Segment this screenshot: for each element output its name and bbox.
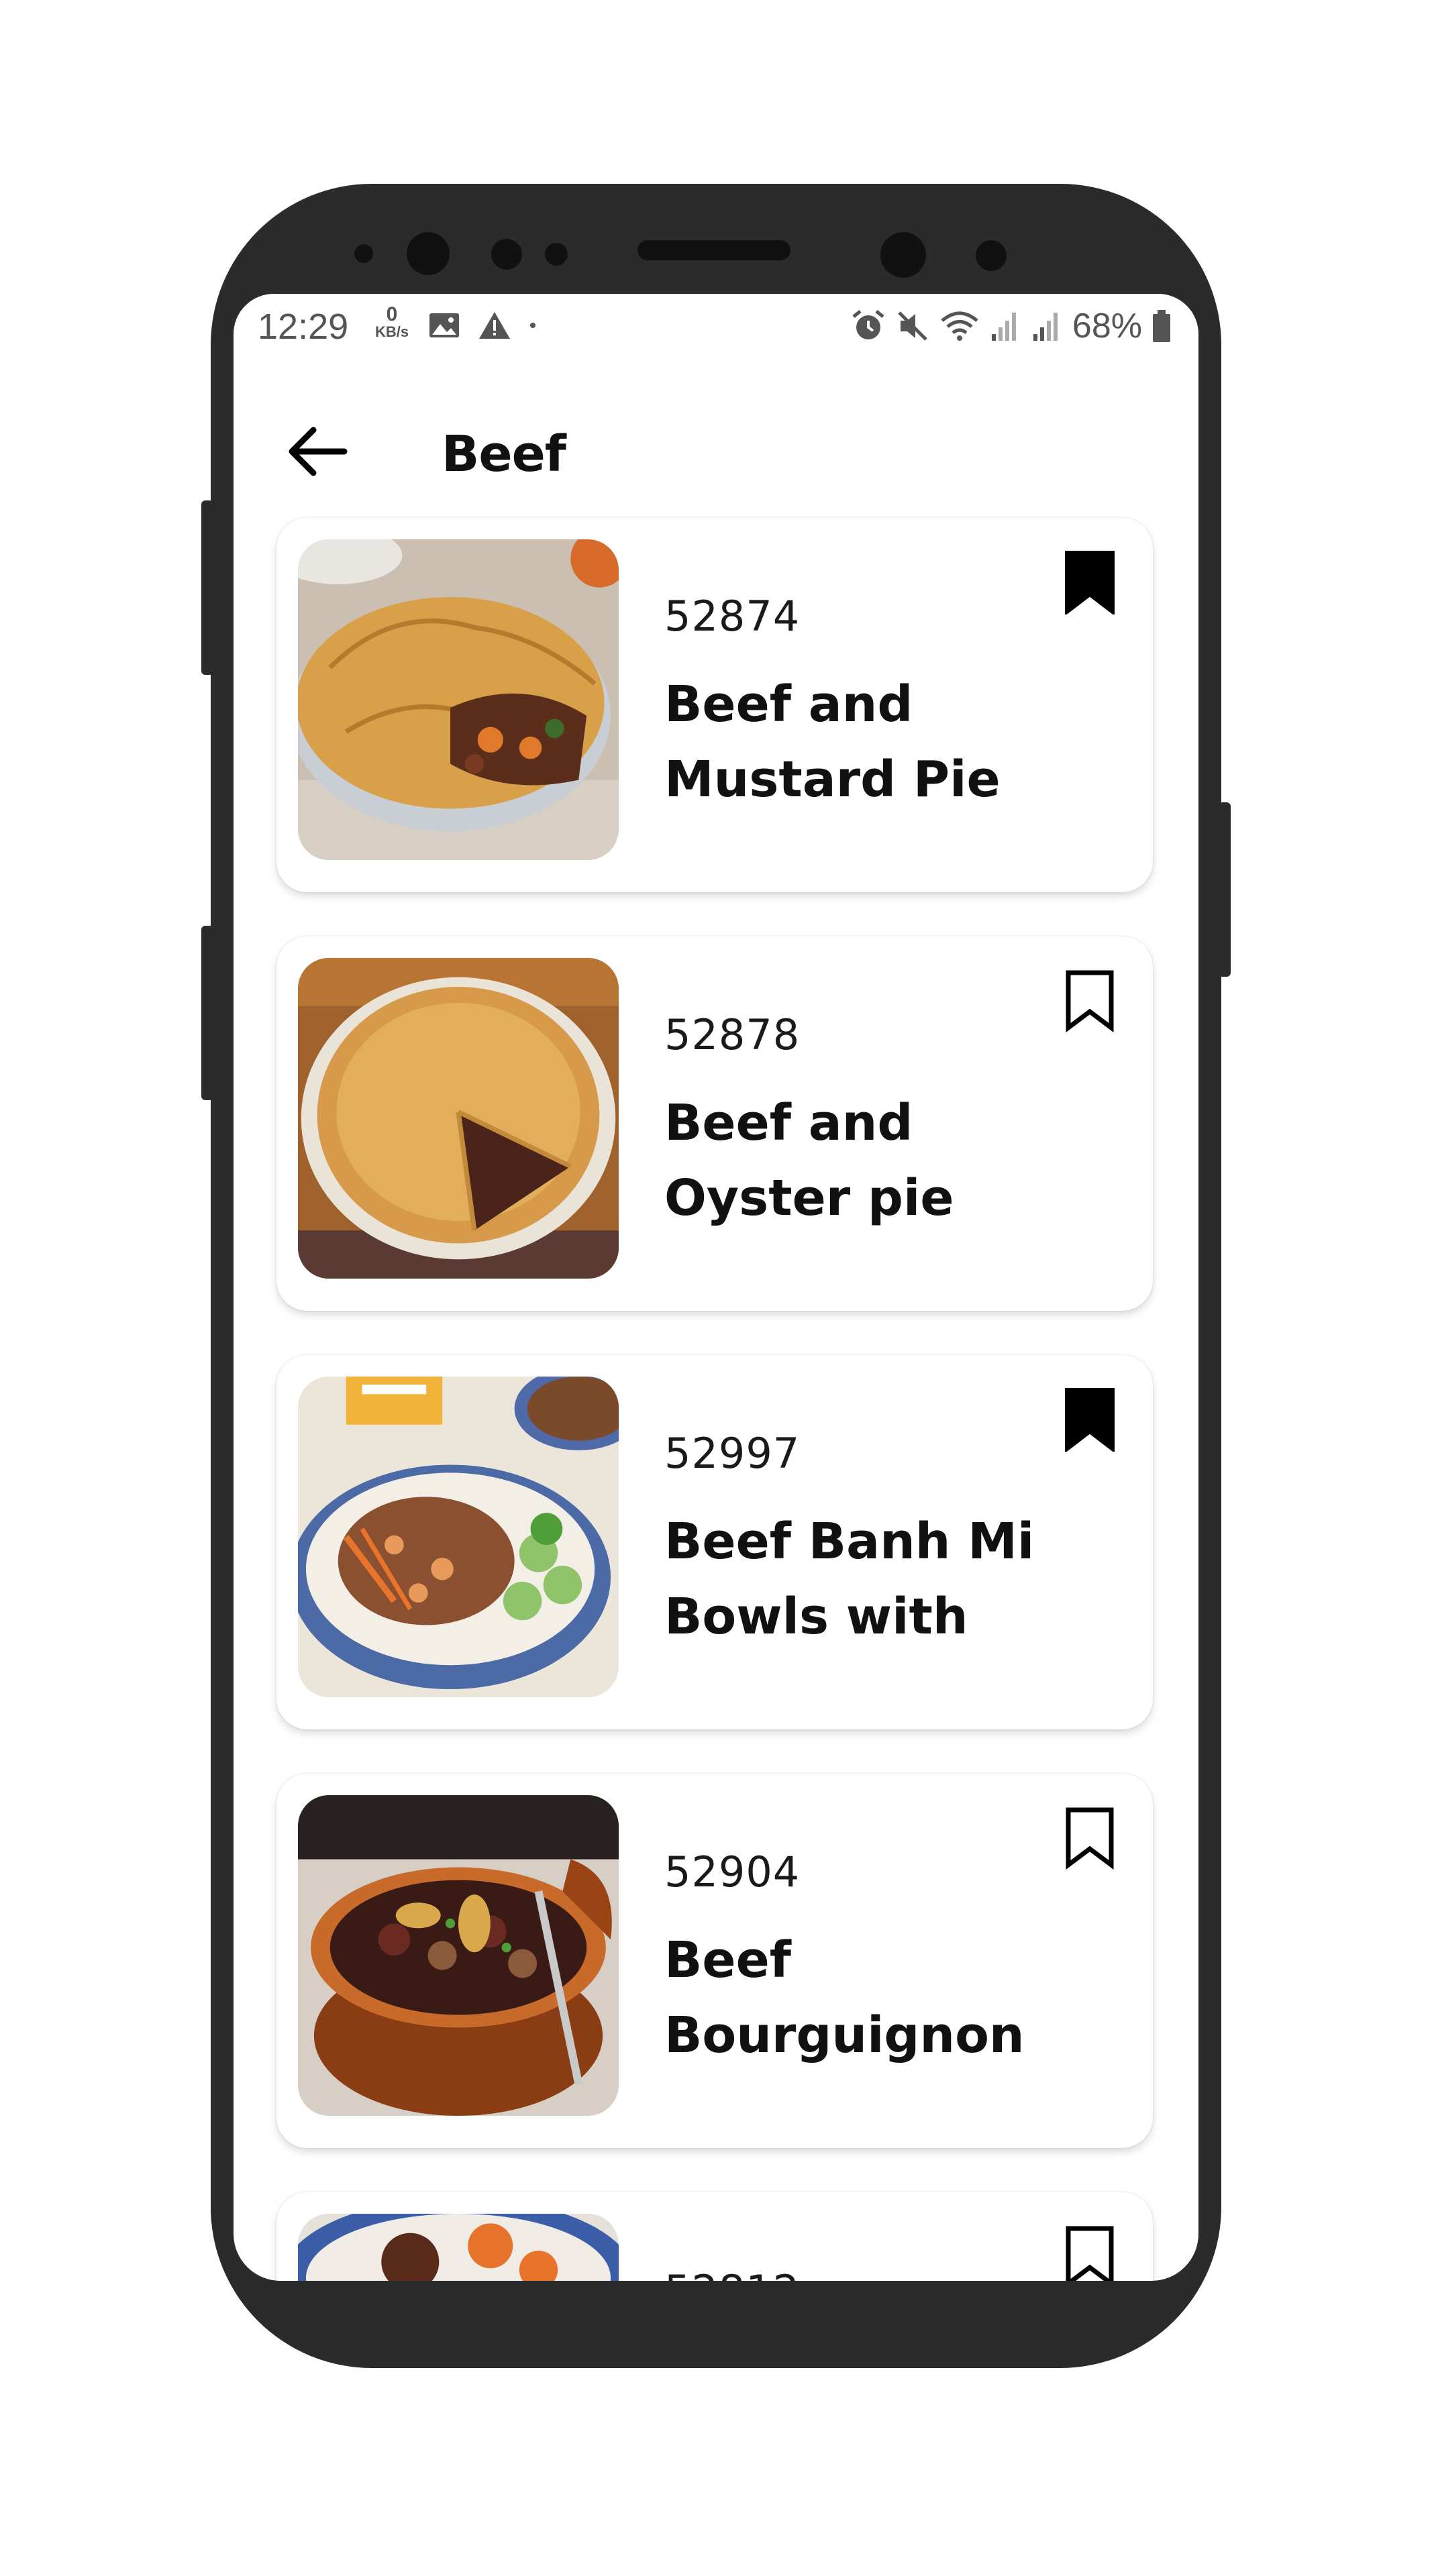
meal-card[interactable]: 52997 Beef Banh Mi Bowls with: [276, 1355, 1153, 1729]
wifi-icon: [941, 311, 978, 341]
network-speed: 0 KB/s: [372, 303, 412, 341]
battery-percentage: 68%: [1072, 307, 1142, 345]
status-icons-left: [428, 309, 537, 342]
bookmark-outline-icon: [1066, 1807, 1114, 1870]
bookmark-filled-icon: [1065, 551, 1115, 614]
bookmark-button[interactable]: [1062, 547, 1118, 617]
sensor-dot: [545, 243, 568, 266]
bookmark-outline-icon: [1066, 2226, 1114, 2281]
battery-icon: [1153, 310, 1170, 342]
meal-name: Beef Bourguignon: [664, 1931, 1025, 2064]
bookmark-button[interactable]: [1062, 2222, 1118, 2281]
iris-camera: [880, 232, 926, 278]
bookmark-outline-icon: [1066, 970, 1114, 1032]
earpiece-speaker: [637, 240, 790, 260]
meal-thumbnail-image: [298, 2214, 619, 2281]
meal-card[interactable]: 52904 Beef Bourguignon: [276, 1774, 1153, 2148]
meal-card[interactable]: 52874 Beef and Mustard Pie: [276, 518, 1153, 892]
signal-icon: [991, 313, 1016, 341]
bowl-image: [298, 1377, 619, 1697]
side-button-volume-up: [201, 500, 213, 675]
meal-thumbnail-image: [298, 958, 619, 1279]
side-button-power: [1219, 802, 1231, 977]
sensor-dot: [354, 244, 373, 263]
back-button[interactable]: [280, 421, 354, 482]
arrow-left-icon: [289, 427, 348, 476]
meal-id: 52878: [664, 1010, 801, 1059]
front-camera: [407, 232, 450, 275]
page-title: Beef: [442, 425, 566, 483]
meal-name: Beef Banh Mi Bowls with: [664, 1513, 1035, 1646]
meal-name: Beef and Oyster pie: [664, 1094, 954, 1227]
alarm-icon: [852, 310, 884, 339]
dot-icon: [530, 323, 535, 328]
pie-image: [298, 958, 619, 1279]
meal-card[interactable]: 52812: [276, 2192, 1153, 2281]
meal-thumbnail-image: [298, 539, 619, 860]
meal-card[interactable]: 52878 Beef and Oyster pie: [276, 936, 1153, 1311]
status-bar: 12:29 0 KB/s 68%: [234, 294, 1198, 361]
warning-icon: [479, 312, 510, 339]
stew-image: [298, 1795, 619, 2116]
meal-list[interactable]: 52874 Beef and Mustard Pie 52878 Beef an…: [234, 294, 1198, 2281]
network-speed-unit: KB/s: [374, 323, 409, 340]
network-speed-value: 0: [386, 303, 398, 325]
signal-icon: [1033, 313, 1058, 341]
bookmark-button[interactable]: [1062, 1385, 1118, 1454]
sensor-dot: [976, 240, 1007, 271]
meal-id: 52812: [664, 2266, 800, 2281]
dish-image: [298, 2214, 619, 2281]
mute-icon: [898, 311, 927, 341]
status-icons-right: 68%: [851, 306, 1172, 346]
image-icon: [429, 313, 459, 337]
meal-thumbnail-image: [298, 1377, 619, 1697]
side-button-volume-down: [201, 926, 213, 1100]
app-bar: Beef: [234, 394, 1198, 502]
meal-name: Beef and Mustard Pie: [664, 676, 1001, 808]
meal-thumbnail-image: [298, 1795, 619, 2116]
app-screen: 52874 Beef and Mustard Pie 52878 Beef an…: [234, 294, 1198, 2281]
pie-image: [298, 539, 619, 860]
meal-id: 52874: [664, 592, 801, 641]
bookmark-filled-icon: [1065, 1388, 1115, 1452]
meal-id: 52997: [664, 1429, 801, 1478]
status-time: 12:29: [258, 307, 349, 347]
bookmark-button[interactable]: [1062, 1803, 1118, 1873]
bookmark-button[interactable]: [1062, 966, 1118, 1036]
sensor-dot: [491, 239, 522, 270]
meal-id: 52904: [664, 1847, 801, 1896]
